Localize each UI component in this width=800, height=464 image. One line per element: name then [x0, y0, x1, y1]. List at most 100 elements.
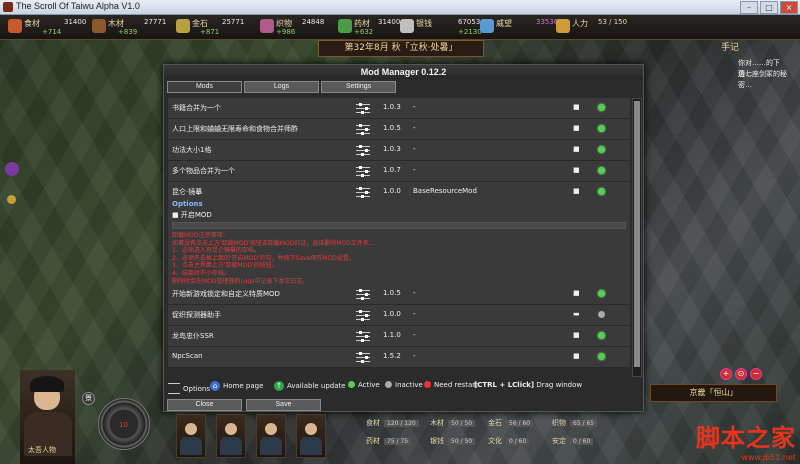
options-icon[interactable]	[356, 288, 370, 300]
notice-line: 卸载MOD注意事项：	[172, 232, 229, 239]
mod-row[interactable]: NpcScan 1.5.2 - ■	[168, 347, 630, 368]
notice-line: 3、点击主界面上方'卸载MOD'的按钮。	[172, 262, 278, 270]
resource-manpower[interactable]: 人力 53 / 150	[556, 16, 636, 38]
options-icon[interactable]	[356, 309, 370, 321]
notice-line: 4、结束时不小存档。	[172, 269, 230, 277]
options-icon[interactable]	[356, 351, 370, 363]
uninstall-notice: 卸载MOD注意事项： 如果没有点击上方'卸载MOD'按钮去卸载MOD的话，直接删…	[172, 232, 624, 285]
close-window-button[interactable]: ×	[780, 1, 798, 14]
resource-food[interactable]: 食材 31400 +714	[8, 16, 88, 38]
party-member[interactable]	[256, 414, 286, 458]
event-marker-icon[interactable]	[5, 162, 19, 176]
legend-drag-label: Drag window	[536, 381, 583, 389]
time-dial[interactable]: 10	[98, 398, 150, 450]
legend-inactive: Inactive	[385, 381, 423, 389]
zoom-in-icon[interactable]: +	[720, 368, 732, 380]
home-page-icon[interactable]: ■	[573, 289, 580, 297]
party-member[interactable]	[176, 414, 206, 458]
home-page-icon[interactable]: ■	[573, 124, 580, 132]
hero-body	[220, 437, 242, 455]
legend-options: Options	[168, 381, 211, 394]
legend-options-label: Options	[183, 385, 211, 393]
scrollbar-thumb[interactable]	[634, 101, 640, 367]
close-button[interactable]: Close	[167, 399, 242, 411]
maximize-button[interactable]: □	[760, 1, 778, 14]
mod-row[interactable]: 多个物品合并为一个 1.0.7 - ■	[168, 161, 630, 182]
party-member[interactable]	[296, 414, 326, 458]
mod-dependency: BaseResourceMod	[413, 187, 477, 195]
resource-wood[interactable]: 木材 27771 +839	[92, 16, 172, 38]
restart-dot-icon	[424, 381, 431, 388]
food-icon	[8, 19, 22, 33]
mod-version: 1.0.0	[383, 310, 401, 318]
save-button[interactable]: Save	[246, 399, 321, 411]
mod-version: 1.0.7	[383, 166, 401, 174]
char-badge[interactable]: 景	[82, 392, 95, 405]
mod-row[interactable]: 开始新游戏锁定和自定义特质MOD 1.0.5 - ■	[168, 284, 630, 305]
options-icon[interactable]	[356, 144, 370, 156]
stat-metal: 金石 56 / 60	[488, 418, 534, 428]
resource-prestige[interactable]: 威望 33536	[480, 16, 560, 38]
home-page-icon[interactable]: ■	[573, 187, 580, 195]
tab-logs[interactable]: Logs	[244, 81, 319, 93]
resource-fabric[interactable]: 织物 24848 +986	[260, 16, 340, 38]
center-icon[interactable]: ⊙	[735, 368, 747, 380]
resource-money[interactable]: 银钱 67053 +2130	[400, 16, 482, 38]
mod-row[interactable]: 功法大小1格 1.0.3 - ■	[168, 140, 630, 161]
resource-metal[interactable]: 金石 25771 +871	[176, 16, 256, 38]
window-titlebar[interactable]: The Scroll Of Taiwu Alpha V1.0 – □ ×	[0, 0, 800, 15]
village-stats: 食材 120 / 120 木材 50 / 50 金石 56 / 60 织物 65 / 6…	[366, 418, 616, 460]
legend-active: Active	[348, 381, 380, 389]
fabric-icon	[260, 19, 274, 33]
location-label[interactable]: 京畿「恒山」	[650, 384, 777, 402]
mod-version: 1.1.0	[383, 331, 401, 339]
options-icon[interactable]	[356, 165, 370, 177]
home-page-icon[interactable]: ■	[573, 103, 580, 111]
herb-icon	[338, 19, 352, 33]
mod-row[interactable]: 龙岛忠仆SSR 1.1.0 - ■	[168, 326, 630, 347]
stat-fabric: 织物 65 / 65	[552, 418, 598, 428]
home-page-icon[interactable]: ■	[573, 352, 580, 360]
metal-icon	[176, 19, 190, 33]
mod-version: 1.0.0	[383, 187, 401, 195]
hero-body	[180, 437, 202, 455]
enable-mod-checkbox[interactable]: ■ 开启MOD	[172, 210, 212, 220]
options-icon[interactable]	[356, 330, 370, 342]
mod-row-expanded[interactable]: 昆仑·镜摹 1.0.0 BaseResourceMod ■	[168, 182, 630, 202]
manpower-icon	[556, 19, 570, 33]
mod-dependency: -	[413, 103, 416, 111]
mod-list-scrollbar[interactable]	[632, 98, 642, 377]
mod-row[interactable]: 促织探测器助手 1.0.0 - ▬	[168, 305, 630, 326]
options-icon[interactable]	[356, 102, 370, 114]
tab-settings[interactable]: Settings	[321, 81, 396, 93]
options-icon[interactable]	[356, 186, 370, 198]
legend-home-label: Home page	[223, 382, 264, 390]
status-inactive-icon	[598, 311, 605, 318]
wood-icon	[92, 19, 106, 33]
dialog-title[interactable]: Mod Manager 0.12.2	[164, 65, 643, 79]
legend-inactive-label: Inactive	[395, 381, 423, 389]
options-icon	[168, 383, 180, 394]
mod-dependency: -	[413, 310, 416, 318]
stat-herb: 药材 75 / 75	[366, 436, 412, 446]
tab-mods[interactable]: Mods	[167, 81, 242, 93]
mod-dependency: -	[413, 166, 416, 174]
stat-wood: 木材 50 / 50	[430, 418, 476, 428]
options-icon[interactable]	[356, 123, 370, 135]
mod-name: NpcScan	[172, 352, 203, 360]
zoom-out-icon[interactable]: −	[750, 368, 762, 380]
mod-name: 促织探测器助手	[172, 311, 221, 319]
home-page-icon[interactable]: ■	[573, 331, 580, 339]
minimize-button[interactable]: –	[740, 1, 758, 14]
note-line: 边七座剑冢的秘密…	[738, 70, 787, 89]
home-page-icon[interactable]: ■	[573, 145, 580, 153]
quest-marker-icon[interactable]	[7, 195, 16, 204]
legend-active-label: Active	[358, 381, 380, 389]
mod-row[interactable]: 书籍合并为一个 1.0.3 - ■	[168, 98, 630, 119]
mod-name: 昆仑·镜摹	[172, 188, 203, 196]
party-member[interactable]	[216, 414, 246, 458]
home-page-icon[interactable]: ■	[573, 166, 580, 174]
character-name: 太吾人物	[28, 446, 56, 454]
home-page-icon[interactable]: ▬	[573, 310, 580, 318]
mod-row[interactable]: 人口上限和蛐蛐无限寿命和食物合并师酢 1.0.5 - ■	[168, 119, 630, 140]
